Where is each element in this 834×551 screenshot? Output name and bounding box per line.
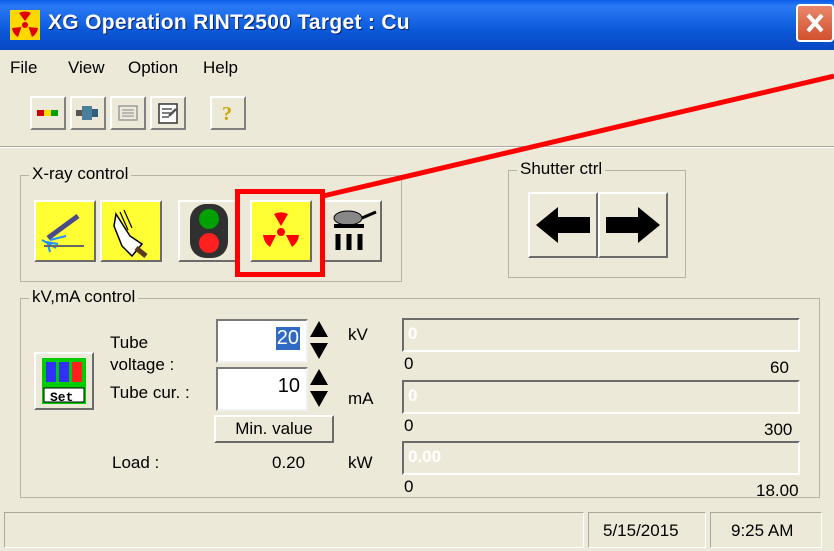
load-bar-min: 0 [404,477,414,496]
status-date: 5/15/2015 [603,521,679,540]
current-spin-arrows[interactable] [308,367,330,409]
shutter-label: Shutter ctrl [517,159,606,179]
status-bar: 5/15/2015 9:25 AM [0,506,834,551]
kw-unit: kW [348,453,373,472]
status-time-cell: 9:25 AM [710,512,822,548]
load-value: 0.20 [272,453,306,472]
voltage-bar-min: 0 [404,354,414,373]
status-date-cell: 5/15/2015 [588,512,706,548]
set-button[interactable]: Set [34,352,94,410]
app-window: XG Operation RINT2500 Target : Cu File V… [0,0,834,551]
tube-voltage-label-1: Tube [110,333,149,352]
tube-voltage-label-2: voltage : [110,355,175,374]
voltage-bar-text: 0 [408,324,418,343]
current-bar-min: 0 [404,416,414,435]
voltage-bar-max: 60 [770,358,789,377]
tube-current-input[interactable]: 10 [216,367,308,411]
load-bar: 0.00 [402,441,800,475]
shutter-open-button[interactable] [598,192,668,258]
tube-current-label: Tube cur. : [110,383,190,402]
tube-voltage-input[interactable]: 20 [216,319,308,363]
kv-unit: kV [348,325,368,344]
tube-current-value: 10 [277,375,300,397]
tube-voltage-value: 20 [275,327,300,350]
current-bar: 0 [402,380,800,414]
voltage-bar: 0 [402,318,800,352]
min-value-button[interactable]: Min. value [214,415,334,443]
ma-unit: mA [348,389,374,408]
current-bar-text: 0 [408,386,418,405]
shutter-close-button[interactable] [528,192,598,258]
current-bar-max: 300 [764,420,793,439]
load-bar-max: 18.00 [756,481,799,500]
kv-ma-label: kV,mA control [29,287,139,307]
status-message-cell [4,512,584,548]
voltage-spin-arrows[interactable] [308,319,330,361]
load-bar-text: 0.00 [408,447,442,466]
set-label: Set [50,390,74,405]
arrow-right-icon [606,207,660,243]
arrow-left-icon [536,207,590,243]
status-time: 9:25 AM [731,521,794,540]
load-label: Load : [112,453,160,472]
